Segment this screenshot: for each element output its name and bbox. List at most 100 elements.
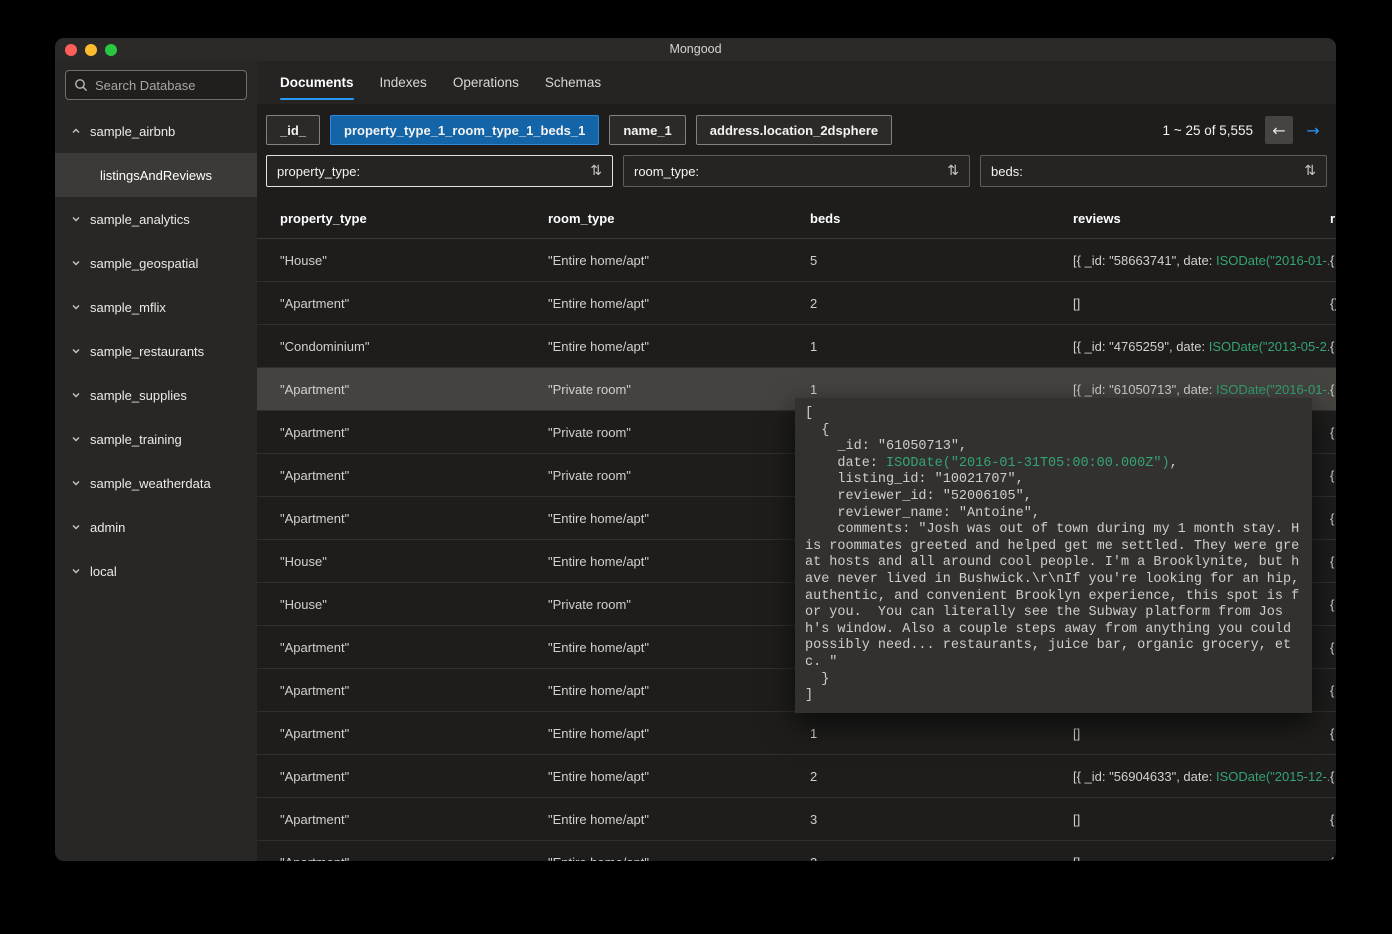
- sidebar-item-sample_weatherdata[interactable]: sample_weatherdata: [55, 461, 257, 505]
- cell-property-type: "Apartment": [257, 382, 548, 397]
- arrow-right-icon: →: [1306, 121, 1319, 140]
- table-row[interactable]: "Apartment""Entire home/apt"1[]{: [257, 712, 1336, 755]
- sidebar-item-label: sample_training: [90, 432, 182, 447]
- chevron-down-icon: [71, 566, 81, 576]
- cell-property-type: "House": [257, 597, 548, 612]
- sidebar-item-label: sample_analytics: [90, 212, 190, 227]
- cell-clipped: {: [1330, 253, 1336, 268]
- cell-room-type: "Private room": [548, 468, 810, 483]
- column-header-clipped: r: [1330, 211, 1336, 226]
- tab-indexes[interactable]: Indexes: [372, 61, 435, 104]
- cell-property-type: "Condominium": [257, 339, 548, 354]
- app-window: Mongood Search Database sample_airbnb li…: [55, 38, 1336, 861]
- arrow-left-icon: ←: [1272, 121, 1285, 140]
- cell-room-type: "Entire home/apt": [548, 339, 810, 354]
- table-row[interactable]: "Apartment""Entire home/apt"3[]{: [257, 798, 1336, 841]
- cell-property-type: "Apartment": [257, 855, 548, 862]
- sidebar-item-label: admin: [90, 520, 125, 535]
- sidebar-item-sample_geospatial[interactable]: sample_geospatial: [55, 241, 257, 285]
- tab-schemas[interactable]: Schemas: [537, 61, 609, 104]
- cell-property-type: "House": [257, 253, 548, 268]
- next-page-button[interactable]: →: [1299, 116, 1327, 144]
- table-row[interactable]: "Apartment""Entire home/apt"2[{ _id: "56…: [257, 755, 1336, 798]
- cell-reviews: []: [1073, 726, 1330, 741]
- prev-page-button[interactable]: ←: [1265, 116, 1293, 144]
- sidebar-item-sample_mflix[interactable]: sample_mflix: [55, 285, 257, 329]
- cell-room-type: "Entire home/apt": [548, 769, 810, 784]
- cell-room-type: "Entire home/apt": [548, 855, 810, 862]
- sidebar-item-sample_restaurants[interactable]: sample_restaurants: [55, 329, 257, 373]
- index-chip-address-location-2dsphere[interactable]: address.location_2dsphere: [696, 115, 892, 145]
- search-icon: [74, 78, 88, 92]
- tab-operations[interactable]: Operations: [445, 61, 527, 104]
- chevron-down-icon: [71, 214, 81, 224]
- sort-toggle-icon[interactable]: ⇅: [590, 163, 602, 179]
- cell-clipped: {}: [1330, 296, 1336, 311]
- sidebar-item-local[interactable]: local: [55, 549, 257, 593]
- cell-clipped: {: [1330, 597, 1336, 612]
- cell-clipped: {: [1330, 769, 1336, 784]
- sidebar-item-listingsAndReviews[interactable]: listingsAndReviews: [55, 153, 257, 197]
- pagination-range: 1 ~ 25 of 5,555: [1163, 123, 1253, 138]
- table-row[interactable]: "Apartment""Entire home/apt"2[]{: [257, 841, 1336, 861]
- filter-input-property-type[interactable]: property_type: ⇅: [266, 155, 613, 187]
- search-input[interactable]: Search Database: [65, 70, 247, 100]
- cell-room-type: "Private room": [548, 597, 810, 612]
- cell-property-type: "Apartment": [257, 640, 548, 655]
- cell-property-type: "Apartment": [257, 296, 548, 311]
- tab-label: Indexes: [380, 75, 427, 90]
- table-row[interactable]: "Condominium""Entire home/apt"1[{ _id: "…: [257, 325, 1336, 368]
- cell-room-type: "Entire home/apt": [548, 726, 810, 741]
- chevron-down-icon: [71, 390, 81, 400]
- cell-clipped: {: [1330, 554, 1336, 569]
- sidebar-item-sample_training[interactable]: sample_training: [55, 417, 257, 461]
- index-chip-name[interactable]: name_1: [609, 115, 685, 145]
- sidebar-item-label: local: [90, 564, 117, 579]
- window-title: Mongood: [55, 38, 1336, 61]
- chevron-down-icon: [71, 522, 81, 532]
- titlebar: Mongood: [55, 38, 1336, 61]
- index-chip-property-type-room-type-beds[interactable]: property_type_1_room_type_1_beds_1: [330, 115, 599, 145]
- tab-documents[interactable]: Documents: [272, 61, 362, 104]
- cell-beds: 2: [810, 296, 1073, 311]
- sort-toggle-icon[interactable]: ⇅: [947, 163, 959, 179]
- cell-clipped: {: [1330, 425, 1336, 440]
- cell-clipped: {: [1330, 640, 1336, 655]
- column-header-room-type: room_type: [548, 211, 810, 226]
- tooltip-content: [ { _id: "61050713", date: ISODate("2016…: [805, 406, 1302, 705]
- filter-row: property_type: ⇅ room_type: ⇅ beds: ⇅: [257, 145, 1336, 187]
- cell-property-type: "Apartment": [257, 511, 548, 526]
- chevron-up-icon: [71, 126, 81, 136]
- table-row[interactable]: "Apartment""Entire home/apt"2[]{}: [257, 282, 1336, 325]
- sidebar: Search Database sample_airbnb listingsAn…: [55, 61, 257, 861]
- index-chip-id[interactable]: _id_: [266, 115, 320, 145]
- chevron-down-icon: [71, 346, 81, 356]
- cell-property-type: "Apartment": [257, 425, 548, 440]
- sidebar-item-sample_airbnb[interactable]: sample_airbnb: [55, 109, 257, 153]
- sidebar-item-sample_analytics[interactable]: sample_analytics: [55, 197, 257, 241]
- cell-property-type: "House": [257, 554, 548, 569]
- sidebar-item-label: sample_mflix: [90, 300, 166, 315]
- filter-input-room-type[interactable]: room_type: ⇅: [623, 155, 970, 187]
- tab-bar: Documents Indexes Operations Schemas: [257, 61, 1336, 104]
- cell-room-type: "Entire home/apt": [548, 511, 810, 526]
- filter-input-beds[interactable]: beds: ⇅: [980, 155, 1327, 187]
- cell-clipped: {: [1330, 339, 1336, 354]
- sidebar-item-sample_supplies[interactable]: sample_supplies: [55, 373, 257, 417]
- cell-clipped: {: [1330, 855, 1336, 862]
- table-row[interactable]: "House""Entire home/apt"5[{ _id: "586637…: [257, 239, 1336, 282]
- cell-reviews: [{ _id: "61050713", date: ISODate("2016-…: [1073, 382, 1330, 397]
- sort-toggle-icon[interactable]: ⇅: [1304, 163, 1316, 179]
- table-header: property_type room_type beds reviews r: [257, 199, 1336, 239]
- sidebar-item-admin[interactable]: admin: [55, 505, 257, 549]
- sidebar-item-label: sample_restaurants: [90, 344, 204, 359]
- cell-room-type: "Entire home/apt": [548, 640, 810, 655]
- cell-clipped: {: [1330, 726, 1336, 741]
- cell-beds: 2: [810, 855, 1073, 862]
- cell-room-type: "Entire home/apt": [548, 253, 810, 268]
- cell-clipped: {: [1330, 812, 1336, 827]
- sidebar-item-label: sample_weatherdata: [90, 476, 211, 491]
- cell-reviews: [{ _id: "4765259", date: ISODate("2013-0…: [1073, 339, 1330, 354]
- cell-property-type: "Apartment": [257, 468, 548, 483]
- chevron-down-icon: [71, 302, 81, 312]
